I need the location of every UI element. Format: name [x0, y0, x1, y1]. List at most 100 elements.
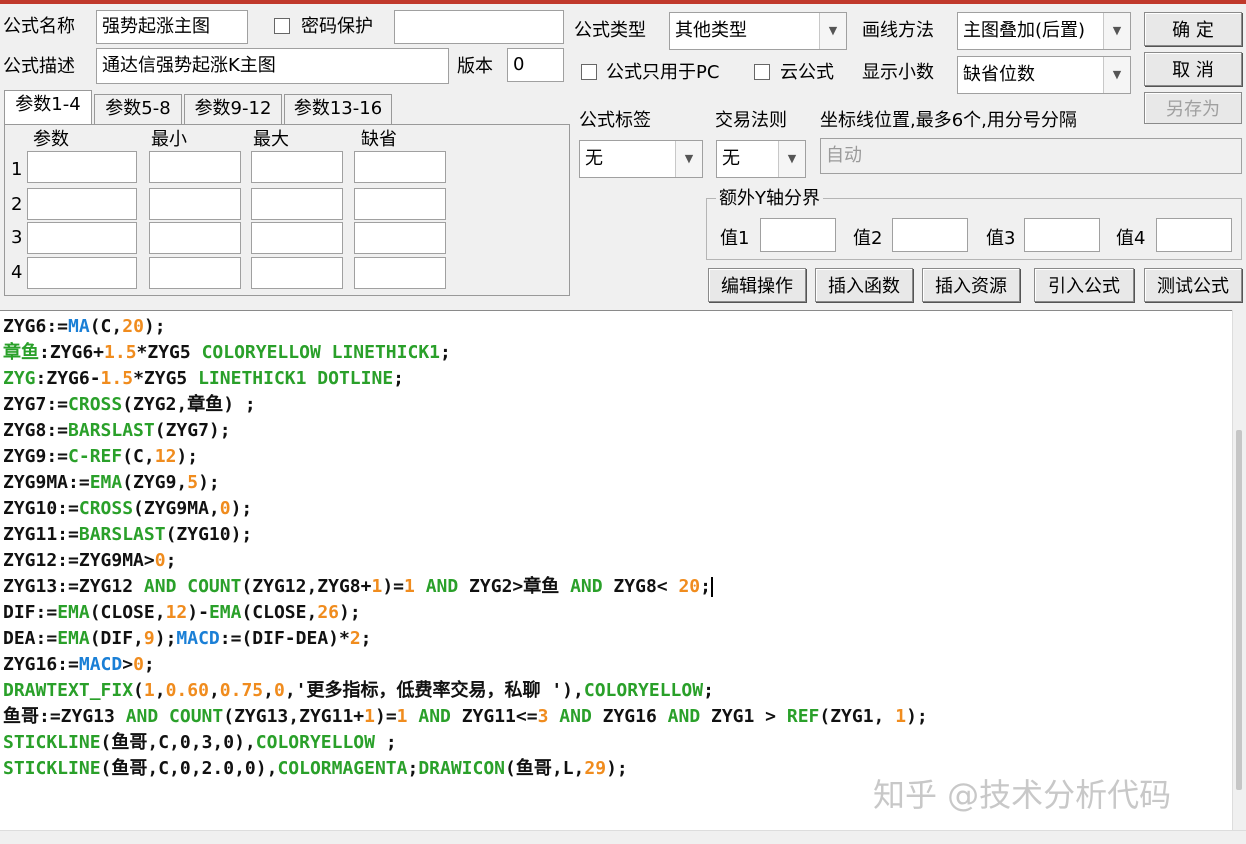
password-checkbox[interactable] [274, 18, 290, 34]
ok-button[interactable]: 确 定 [1144, 12, 1242, 46]
vertical-scrollbar[interactable] [1232, 310, 1246, 830]
tab-params-13-16[interactable]: 参数13-16 [284, 94, 392, 124]
code-token: ; [407, 758, 419, 779]
param-default-input[interactable] [354, 257, 446, 289]
code-token: (C, [122, 446, 155, 467]
test-formula-button[interactable]: 测试公式 [1144, 268, 1242, 302]
param-min-input[interactable] [149, 188, 241, 220]
code-token: AND [667, 706, 701, 727]
code-token: COLORMAGENTA [277, 758, 408, 779]
formula-desc-label: 公式描述 [3, 56, 75, 77]
code-line[interactable]: ZYG9:=C-REF(C,12); [3, 444, 928, 470]
code-line[interactable]: STICKLINE(鱼哥,C,0,3,0),COLORYELLOW ; [3, 730, 928, 756]
code-token: ; [700, 576, 711, 597]
code-token: ZYG [3, 368, 36, 389]
code-line[interactable]: 章鱼:ZYG6+1.5*ZYG5 COLORYELLOW LINETHICK1; [3, 340, 928, 366]
param-max-input[interactable] [251, 222, 343, 254]
code-line[interactable]: DRAWTEXT_FIX(1,0.60,0.75,0,'更多指标，低费率交易，私… [3, 678, 928, 704]
code-editor[interactable]: ZYG6:=MA(C,20); 章鱼:ZYG6+1.5*ZYG5 COLORYEL… [0, 310, 1232, 831]
param-max-input[interactable] [251, 257, 343, 289]
code-token: ; [374, 732, 397, 753]
code-token: 1.5 [104, 342, 137, 363]
y-value-4-input[interactable] [1156, 218, 1232, 252]
version-input[interactable]: 0 [507, 48, 564, 82]
code-token: 20 [122, 316, 144, 337]
code-line[interactable]: ZYG7:=CROSS(ZYG2,章鱼) ; [3, 392, 928, 418]
chevron-down-icon[interactable]: ▼ [778, 141, 805, 177]
code-token: :ZYG6+ [39, 342, 105, 363]
code-token: DIF:= [3, 602, 58, 623]
tab-params-9-12[interactable]: 参数9-12 [184, 94, 282, 124]
code-line[interactable]: ZYG10:=CROSS(ZYG9MA,0); [3, 496, 928, 522]
horizontal-scrollbar[interactable] [0, 830, 1246, 844]
code-token: (ZYG13,ZYG11+ [223, 706, 365, 727]
code-token: (鱼哥,C,0,3,0), [100, 732, 256, 753]
draw-method-select[interactable]: 主图叠加(后置) ▼ [957, 12, 1131, 50]
cloud-checkbox[interactable] [754, 64, 770, 80]
param-default-input[interactable] [354, 188, 446, 220]
param-min-input[interactable] [149, 257, 241, 289]
trade-rule-select[interactable]: 无 ▼ [716, 140, 806, 178]
chevron-down-icon[interactable]: ▼ [1103, 57, 1130, 93]
code-line[interactable]: 鱼哥:=ZYG13 AND COUNT(ZYG13,ZYG11+1)=1 AND… [3, 704, 928, 730]
param-max-input[interactable] [251, 188, 343, 220]
code-line[interactable]: ZYG11:=BARSLAST(ZYG10); [3, 522, 928, 548]
import-formula-button[interactable]: 引入公式 [1034, 268, 1134, 302]
code-token: ); [606, 758, 628, 779]
param-min-input[interactable] [149, 151, 241, 183]
y-value-1-input[interactable] [760, 218, 836, 252]
chevron-down-icon[interactable]: ▼ [819, 13, 846, 49]
code-line[interactable]: DEA:=EMA(DIF,9);MACD:=(DIF-DEA)*2; [3, 626, 928, 652]
insert-function-button[interactable]: 插入函数 [815, 268, 913, 302]
param-default-input[interactable] [354, 151, 446, 183]
chevron-down-icon[interactable]: ▼ [1103, 13, 1130, 49]
code-token: (C, [89, 316, 123, 337]
decimal-select[interactable]: 缺省位数 ▼ [957, 56, 1131, 94]
pc-only-checkbox[interactable] [581, 64, 597, 80]
y-value-3-input[interactable] [1024, 218, 1100, 252]
code-line[interactable]: ZYG12:=ZYG9MA>0; [3, 548, 928, 574]
param-name-input[interactable] [27, 151, 137, 183]
chevron-down-icon[interactable]: ▼ [675, 141, 702, 177]
y-value-2-input[interactable] [892, 218, 968, 252]
decimal-label: 显示小数 [862, 62, 934, 83]
code-token: ); [230, 498, 253, 519]
param-name-input[interactable] [27, 222, 137, 254]
param-header-min: 最小 [151, 129, 187, 150]
password-input[interactable] [394, 10, 564, 44]
code-line[interactable]: STICKLINE(鱼哥,C,0,2.0,0),COLORMAGENTA;DRA… [3, 756, 928, 782]
code-text[interactable]: ZYG6:=MA(C,20); 章鱼:ZYG6+1.5*ZYG5 COLORYEL… [3, 314, 928, 782]
code-token: ); [176, 446, 199, 467]
formula-tag-select[interactable]: 无 ▼ [579, 140, 703, 178]
code-token: (ZYG7); [154, 420, 231, 441]
formula-type-select[interactable]: 其他类型 ▼ [669, 12, 847, 50]
code-line[interactable]: ZYG:ZYG6-1.5*ZYG5 LINETHICK1 DOTLINE; [3, 366, 928, 392]
insert-resource-button[interactable]: 插入资源 [922, 268, 1020, 302]
edit-operations-button[interactable]: 编辑操作 [708, 268, 806, 302]
param-min-input[interactable] [149, 222, 241, 254]
code-line[interactable]: ZYG6:=MA(C,20); [3, 314, 928, 340]
code-token: 0.60 [165, 680, 209, 701]
formula-desc-input[interactable]: 通达信强势起涨K主图 [96, 48, 449, 84]
param-max-input[interactable] [251, 151, 343, 183]
code-line[interactable]: ZYG16:=MACD>0; [3, 652, 928, 678]
code-line[interactable]: ZYG8:=BARSLAST(ZYG7); [3, 418, 928, 444]
param-default-input[interactable] [354, 222, 446, 254]
code-line[interactable]: ZYG13:=ZYG12 AND COUNT(ZYG12,ZYG8+1)=1 A… [3, 574, 928, 600]
code-token: 20 [678, 576, 701, 597]
formula-name-input[interactable]: 强势起涨主图 [96, 10, 248, 44]
param-name-input[interactable] [27, 188, 137, 220]
scrollbar-thumb[interactable] [1236, 430, 1242, 790]
param-name-input[interactable] [27, 257, 137, 289]
tab-params-5-8[interactable]: 参数5-8 [94, 94, 182, 124]
code-token: 5 [187, 472, 199, 493]
save-as-button[interactable]: 另存为 [1144, 92, 1242, 124]
code-token: 12 [154, 446, 177, 467]
code-token: AND [570, 576, 603, 597]
decimal-value: 缺省位数 [963, 64, 1035, 85]
tab-params-1-4[interactable]: 参数1-4 [4, 90, 92, 124]
code-line[interactable]: DIF:=EMA(CLOSE,12)-EMA(CLOSE,26); [3, 600, 928, 626]
cancel-button[interactable]: 取 消 [1144, 52, 1242, 86]
axis-position-input[interactable]: 自动 [820, 138, 1242, 174]
code-line[interactable]: ZYG9MA:=EMA(ZYG9,5); [3, 470, 928, 496]
